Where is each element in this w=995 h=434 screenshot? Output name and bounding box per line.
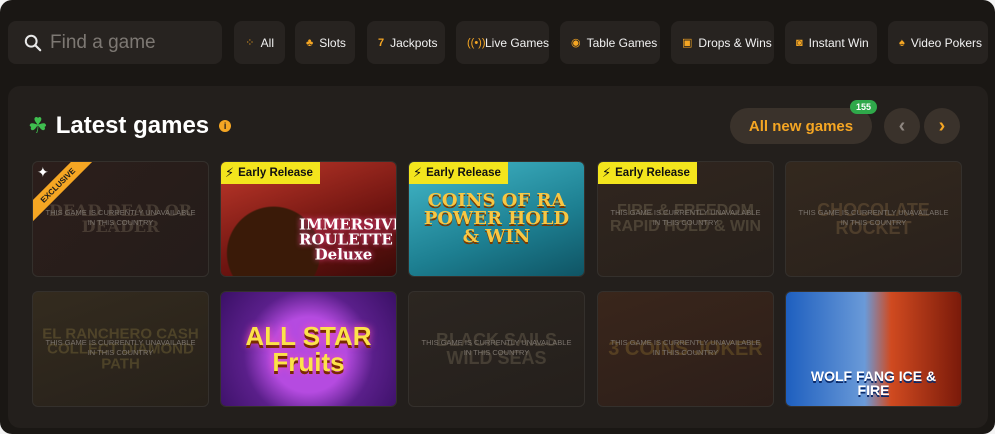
all-new-games-button[interactable]: All new games	[730, 108, 872, 144]
game-art-title: IMMERSIVE ROULETTE Deluxe	[299, 215, 397, 264]
grid-icon: ⁘	[245, 37, 255, 49]
game-tile[interactable]: IMMERSIVE ROULETTE Deluxe ⚡ Early Releas…	[220, 161, 397, 277]
unavailable-message: THIS GAME IS CURRENTLY UNAVAILABLE IN TH…	[421, 338, 572, 357]
category-jackpots-button[interactable]: 7 Jackpots	[367, 21, 445, 64]
previous-arrow-button[interactable]: ‹	[884, 108, 920, 144]
chevron-right-icon: ›	[938, 114, 946, 137]
game-tile[interactable]: DEAD DEAD OR DEADER THIS GAME IS CURRENT…	[32, 161, 209, 277]
early-release-badge: ⚡ Early Release	[221, 162, 320, 184]
game-tile[interactable]: ALL STAR Fruits	[220, 291, 397, 407]
section-title: Latest games	[55, 112, 210, 139]
game-art-title: WOLF FANG ICE & FIRE	[810, 368, 937, 399]
early-release-badge: ⚡ Early Release	[598, 162, 697, 184]
game-art-title: COINS OF RA POWER HOLD & WIN	[423, 190, 570, 247]
early-release-label: Early Release	[615, 167, 690, 179]
game-art-title: ALL STAR Fruits	[245, 321, 372, 377]
unavailable-message: THIS GAME IS CURRENTLY UNAVAILABLE IN TH…	[610, 208, 761, 227]
early-release-label: Early Release	[238, 167, 313, 179]
search-bar[interactable]	[8, 21, 222, 64]
spade-icon: ♠	[899, 36, 905, 49]
lightning-icon: ⚡	[602, 165, 612, 180]
cherries-icon: ♣	[306, 36, 314, 49]
lightning-icon: ⚡	[413, 165, 423, 180]
game-tile[interactable]: BLACK SAILS WILD SEAS THIS GAME IS CURRE…	[408, 291, 585, 407]
category-label: Jackpots	[390, 35, 438, 50]
gift-icon: ▣	[682, 37, 693, 49]
game-tile[interactable]: EL RANCHERO CASH COLLECT DIAMOND PATH TH…	[32, 291, 209, 407]
category-table-games-button[interactable]: ◉ Table Games	[560, 21, 660, 64]
chevron-left-icon: ‹	[898, 114, 906, 137]
category-label: Video Pokers	[910, 35, 982, 50]
unavailable-message: THIS GAME IS CURRENTLY UNAVAILABLE IN TH…	[45, 208, 196, 227]
next-arrow-button[interactable]: ›	[924, 108, 960, 144]
broadcast-icon: ((•))	[467, 36, 486, 49]
app-frame: ⁘ All ♣ Slots 7 Jackpots ((•)) Live Game…	[0, 0, 995, 434]
game-tile[interactable]: 3 COINS JOKER THIS GAME IS CURRENTLY UNA…	[597, 291, 774, 407]
category-label: Live Games	[485, 35, 550, 50]
search-input[interactable]	[50, 31, 210, 54]
category-label: Table Games	[586, 35, 658, 50]
game-tile[interactable]: FIRE & FREEDOM RAPID HOLD & WIN THIS GAM…	[597, 161, 774, 277]
category-label: Drops & Wins	[698, 35, 772, 50]
category-all-button[interactable]: ⁘ All	[234, 21, 285, 64]
info-icon[interactable]: i	[219, 120, 232, 132]
category-slots-button[interactable]: ♣ Slots	[295, 21, 355, 64]
early-release-badge: ⚡ Early Release	[409, 162, 508, 184]
early-release-label: Early Release	[426, 167, 501, 179]
category-label: Instant Win	[808, 35, 869, 50]
section-header: ☘ Latest games i	[28, 112, 232, 140]
unavailable-message: THIS GAME IS CURRENTLY UNAVAILABLE IN TH…	[610, 338, 761, 357]
category-drops-wins-button[interactable]: ▣ Drops & Wins	[671, 21, 774, 64]
sparkle-icon: ✦	[37, 164, 49, 180]
new-games-count-badge: 155	[850, 100, 878, 114]
game-tile[interactable]: CHOCOLATE ROCKET THIS GAME IS CURRENTLY …	[785, 161, 962, 277]
search-icon	[24, 34, 42, 51]
clover-icon: ☘	[28, 113, 48, 138]
gamepad-icon: ◙	[796, 36, 803, 49]
seven-icon: 7	[378, 36, 385, 49]
unavailable-message: THIS GAME IS CURRENTLY UNAVAILABLE IN TH…	[798, 208, 949, 227]
category-label: All	[260, 35, 274, 50]
category-video-pokers-button[interactable]: ♠ Video Pokers	[888, 21, 988, 64]
unavailable-message: THIS GAME IS CURRENTLY UNAVAILABLE IN TH…	[45, 338, 196, 357]
category-instant-win-button[interactable]: ◙ Instant Win	[785, 21, 877, 64]
game-tile[interactable]: WOLF FANG ICE & FIRE	[785, 291, 962, 407]
game-tile[interactable]: COINS OF RA POWER HOLD & WIN ⚡ Early Rel…	[408, 161, 585, 277]
chip-icon: ◉	[571, 37, 581, 49]
category-live-games-button[interactable]: ((•)) Live Games	[456, 21, 549, 64]
category-label: Slots	[319, 35, 346, 50]
lightning-icon: ⚡	[225, 165, 235, 180]
latest-games-panel: ☘ Latest games i All new games 155 ‹ › D…	[8, 86, 988, 428]
